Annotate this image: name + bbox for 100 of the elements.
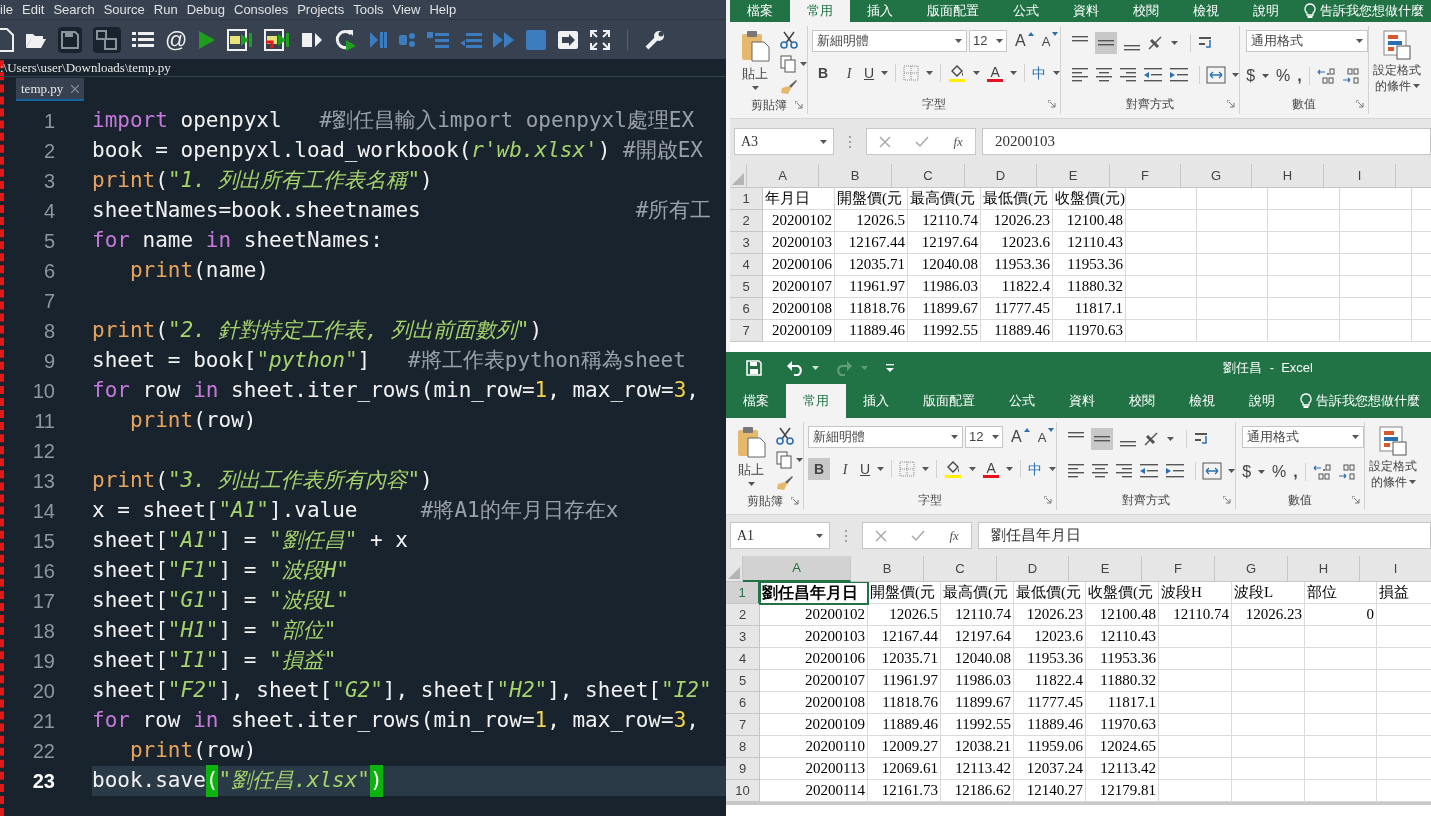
- decrease-decimal-icon[interactable]: [1341, 67, 1360, 85]
- ribbon-tab[interactable]: 插入: [846, 384, 906, 418]
- column-header[interactable]: G: [1215, 556, 1288, 582]
- launcher-icon[interactable]: [791, 496, 799, 505]
- currency-button[interactable]: $: [1246, 64, 1256, 88]
- row-header[interactable]: 3: [726, 626, 760, 648]
- conditional-formatting-label[interactable]: 設定格式: [1373, 62, 1422, 78]
- caret-icon[interactable]: [877, 467, 885, 471]
- launcher-icon[interactable]: [1044, 496, 1053, 504]
- caret-icon[interactable]: [992, 435, 999, 439]
- menu-item[interactable]: Source: [103, 0, 145, 20]
- launcher-icon[interactable]: [1048, 100, 1057, 108]
- font-color-button[interactable]: A: [990, 64, 1000, 79]
- caret-icon[interactable]: [922, 467, 930, 471]
- column-header[interactable]: B: [819, 164, 892, 188]
- conditional-formatting-label[interactable]: 設定格式: [1369, 458, 1418, 474]
- formula-bar[interactable]: 20200103: [982, 128, 1431, 155]
- play-pause-icon[interactable]: [369, 30, 388, 49]
- launcher-icon[interactable]: [1352, 496, 1361, 504]
- menu-item[interactable]: Search: [53, 0, 95, 20]
- column-header[interactable]: F: [1110, 164, 1181, 188]
- underline-button[interactable]: U: [860, 458, 871, 480]
- menu-item[interactable]: Consoles: [234, 0, 289, 20]
- row-header[interactable]: 4: [730, 254, 763, 276]
- lightbulb-icon[interactable]: [1300, 393, 1312, 409]
- currency-button[interactable]: $: [1242, 460, 1252, 484]
- decrease-indent-icon[interactable]: [1143, 66, 1164, 84]
- scissors-icon[interactable]: [780, 31, 798, 49]
- caret-down-icon[interactable]: [1048, 428, 1055, 432]
- column-header[interactable]: I: [1360, 556, 1431, 582]
- row-header[interactable]: 7: [726, 714, 760, 736]
- row-header[interactable]: 6: [730, 298, 763, 320]
- caret-icon[interactable]: [800, 62, 807, 66]
- caret-icon[interactable]: [747, 481, 755, 486]
- ribbon-tab[interactable]: 資料: [1052, 384, 1112, 418]
- ribbon-tab[interactable]: 公式: [992, 384, 1052, 418]
- conditional-formatting-label[interactable]: 的條件: [1374, 78, 1411, 94]
- column-header[interactable]: F: [1142, 556, 1215, 582]
- grow-font-button[interactable]: A: [1015, 33, 1026, 49]
- exit-icon[interactable]: [557, 29, 580, 50]
- formula-bar[interactable]: 劉任昌年月日: [978, 522, 1431, 549]
- conditional-formatting-label[interactable]: 的條件: [1370, 474, 1407, 490]
- caret-icon[interactable]: [951, 435, 958, 439]
- stop-icon[interactable]: [526, 29, 547, 50]
- caret-icon[interactable]: [796, 458, 803, 462]
- italic-button[interactable]: I: [837, 458, 853, 480]
- play-icon[interactable]: [198, 29, 217, 50]
- ribbon-tab[interactable]: 常用: [790, 0, 850, 22]
- fast-forward-icon[interactable]: [493, 30, 516, 49]
- number-format-dropdown[interactable]: 通用格式: [1246, 30, 1369, 52]
- caret-icon[interactable]: [1006, 467, 1014, 471]
- grip-icon[interactable]: [844, 528, 848, 543]
- outdent-icon[interactable]: [460, 30, 483, 49]
- save-all-button[interactable]: [93, 26, 121, 53]
- indent-icon[interactable]: [427, 30, 450, 49]
- insert-function-button[interactable]: fx: [953, 131, 963, 152]
- caret-icon[interactable]: [969, 467, 977, 471]
- caret-icon[interactable]: [926, 71, 934, 75]
- column-header[interactable]: D: [965, 164, 1037, 188]
- menu-item[interactable]: Run: [153, 0, 178, 20]
- column-header[interactable]: H: [1288, 556, 1360, 582]
- increase-indent-icon[interactable]: [1169, 66, 1190, 84]
- column-header[interactable]: E: [1037, 164, 1110, 188]
- ribbon-tab[interactable]: 資料: [1056, 0, 1116, 22]
- align-left-icon[interactable]: [1067, 462, 1086, 480]
- column-header[interactable]: H: [1252, 164, 1324, 188]
- shrink-font-button[interactable]: A: [1037, 430, 1047, 444]
- percent-button[interactable]: %: [1272, 460, 1287, 484]
- grow-font-button[interactable]: A: [1011, 429, 1022, 445]
- caret-icon[interactable]: [1412, 84, 1420, 88]
- row-header[interactable]: 10: [726, 780, 760, 802]
- tell-me-field[interactable]: 告訴我您想做什麼: [1316, 391, 1420, 411]
- fill-color-icon[interactable]: [944, 460, 963, 478]
- paste-icon[interactable]: [740, 30, 770, 62]
- fill-color-icon[interactable]: [948, 64, 967, 82]
- caret-icon[interactable]: [1258, 470, 1266, 474]
- menu-item[interactable]: Tools: [353, 0, 384, 20]
- comma-button[interactable]: ,: [1293, 460, 1298, 484]
- insert-function-button[interactable]: fx: [949, 525, 959, 546]
- row-header[interactable]: 9: [726, 758, 760, 780]
- decrease-decimal-icon[interactable]: [1337, 463, 1356, 481]
- caret-icon[interactable]: [1408, 480, 1416, 484]
- ribbon-tab[interactable]: 檔案: [726, 384, 786, 418]
- name-box[interactable]: A3: [734, 128, 834, 155]
- paste-icon[interactable]: [736, 426, 766, 458]
- check-icon[interactable]: [911, 529, 926, 542]
- italic-button[interactable]: I: [841, 62, 857, 84]
- ribbon-tab[interactable]: 版面配置: [906, 384, 992, 418]
- run-cell-advance-icon[interactable]: [264, 27, 291, 52]
- tell-me-field[interactable]: 告訴我您想做什麼: [1320, 1, 1424, 21]
- ribbon-tab[interactable]: 說明: [1236, 0, 1296, 22]
- column-header[interactable]: C: [892, 164, 965, 188]
- ribbon-tab[interactable]: 公式: [996, 0, 1056, 22]
- format-painter-icon[interactable]: [776, 475, 794, 491]
- phonetic-button[interactable]: 中: [1032, 62, 1047, 84]
- copy-icon[interactable]: [780, 55, 796, 73]
- font-color-button[interactable]: A: [986, 460, 996, 475]
- align-right-icon[interactable]: [1119, 66, 1138, 84]
- row-header[interactable]: 5: [730, 276, 763, 298]
- decrease-indent-icon[interactable]: [1139, 462, 1160, 480]
